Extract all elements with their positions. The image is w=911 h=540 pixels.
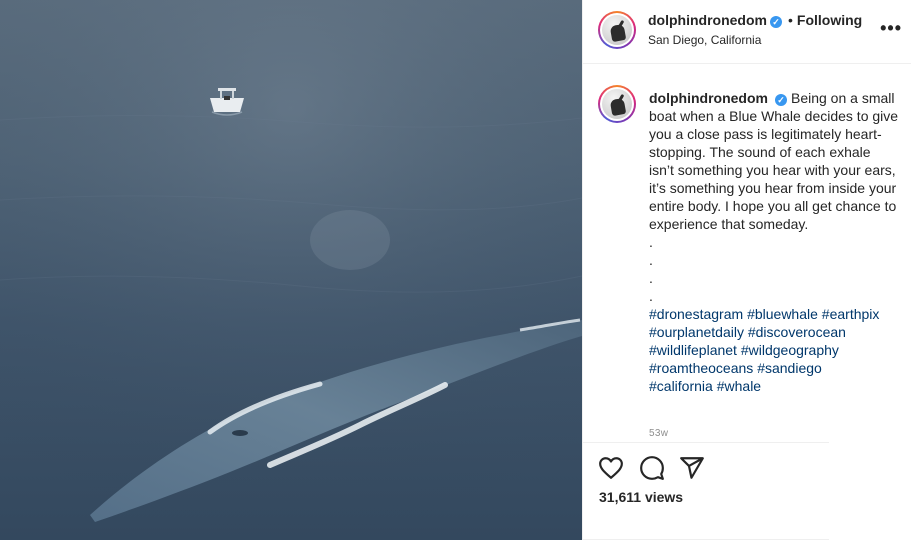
caption-body: Being on a small boat when a Blue Whale … bbox=[649, 90, 899, 232]
caption-username-link[interactable]: dolphindronedom bbox=[649, 90, 768, 106]
hashtag-link[interactable]: #whale bbox=[717, 378, 761, 394]
hashtag-link[interactable]: #california bbox=[649, 378, 713, 394]
avatar[interactable] bbox=[598, 11, 636, 49]
post-timestamp[interactable]: 53w bbox=[649, 428, 668, 439]
paper-plane-icon[interactable] bbox=[679, 455, 705, 481]
caption-avatar[interactable] bbox=[598, 85, 636, 123]
post-header: dolphindronedom ✓ • Following San Diego, Ca… bbox=[583, 0, 911, 64]
caption-dot: . bbox=[649, 234, 653, 250]
hashtag-link[interactable]: #ourplanetdaily bbox=[649, 324, 744, 340]
heart-icon[interactable] bbox=[598, 455, 624, 481]
hashtags: #dronestagram #bluewhale #earthpix #ourp… bbox=[649, 305, 899, 395]
separator-dot: • bbox=[787, 12, 793, 28]
hashtag-link[interactable]: #discoverocean bbox=[748, 324, 846, 340]
more-options-icon[interactable]: ••• bbox=[880, 18, 902, 39]
caption-area: dolphindronedom ✓ Being on a small boat wh… bbox=[583, 64, 911, 442]
action-bar: 31,611 views bbox=[583, 442, 829, 540]
header-line: dolphindronedom ✓ • Following bbox=[648, 12, 862, 28]
location-link[interactable]: San Diego, California bbox=[648, 33, 761, 47]
hashtag-link[interactable]: #sandiego bbox=[757, 360, 822, 376]
view-count[interactable]: 31,611 views bbox=[599, 489, 683, 505]
hashtag-link[interactable]: #earthpix bbox=[822, 306, 880, 322]
caption-text: dolphindronedom ✓ Being on a small boat wh… bbox=[649, 89, 899, 395]
post-media[interactable] bbox=[0, 0, 582, 540]
hashtag-link[interactable]: #roamtheoceans bbox=[649, 360, 753, 376]
verified-badge-icon: ✓ bbox=[769, 16, 782, 28]
comment-bubble-icon[interactable] bbox=[639, 455, 665, 481]
hashtag-link[interactable]: #wildgeography bbox=[741, 342, 839, 358]
hashtag-link[interactable]: #bluewhale bbox=[747, 306, 818, 322]
whale-photo bbox=[0, 0, 582, 540]
hashtag-link[interactable]: #wildlifeplanet bbox=[649, 342, 737, 358]
verified-badge-icon: ✓ bbox=[774, 94, 787, 106]
avatar-photo bbox=[602, 89, 632, 119]
caption-dot: . bbox=[649, 288, 653, 304]
post-panel: dolphindronedom ✓ • Following San Diego, Ca… bbox=[582, 0, 911, 540]
caption-dot: . bbox=[649, 270, 653, 286]
username-link[interactable]: dolphindronedom bbox=[648, 12, 767, 28]
caption-dot: . bbox=[649, 252, 653, 268]
hashtag-link[interactable]: #dronestagram bbox=[649, 306, 743, 322]
avatar-photo bbox=[602, 15, 632, 45]
following-button[interactable]: Following bbox=[797, 12, 862, 28]
